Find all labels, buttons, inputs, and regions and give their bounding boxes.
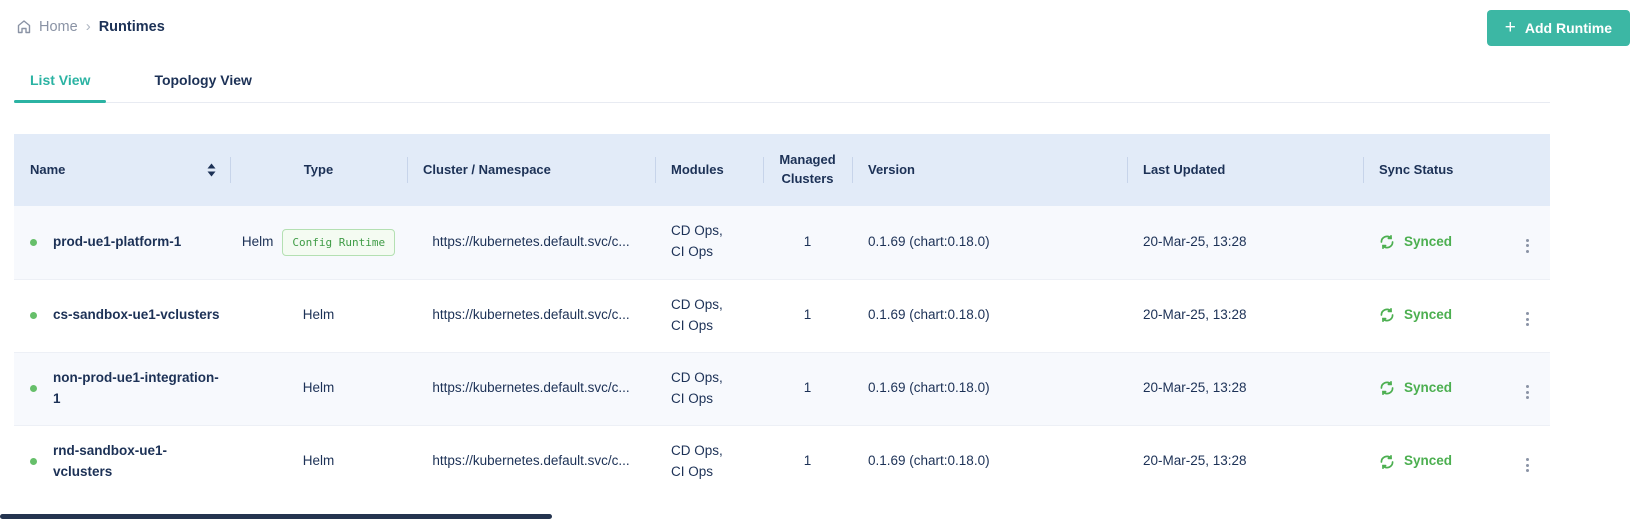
column-header-name[interactable]: Name	[14, 134, 230, 206]
sync-icon	[1379, 234, 1395, 250]
sync-status-label: Synced	[1404, 307, 1453, 323]
column-header-modules: Modules	[655, 134, 763, 206]
last-updated-label: 20-Mar-25, 13:28	[1127, 206, 1363, 279]
version-label: 0.1.69 (chart:0.18.0)	[852, 424, 1127, 498]
column-header-sync-status: Sync Status	[1363, 134, 1520, 206]
table-row: prod-ue1-platform-1 Helm Config Runtime …	[14, 206, 1550, 279]
top-bar: Home › Runtimes + Add Runtime	[0, 0, 1646, 56]
modules-list: CD Ops, CI Ops	[655, 424, 763, 498]
sync-status-label: Synced	[1404, 233, 1453, 249]
tab-list-view[interactable]: List View	[14, 60, 107, 103]
managed-clusters-count: 1	[763, 206, 852, 279]
view-tabs: List View Topology View	[14, 60, 1550, 103]
add-runtime-label: Add Runtime	[1524, 20, 1612, 36]
runtime-type-label: Helm	[230, 351, 407, 425]
runtime-type-label: Helm	[230, 278, 407, 352]
runtime-type-label: Helm	[241, 233, 274, 249]
breadcrumb: Home › Runtimes	[16, 10, 165, 35]
modules-list: CD Ops, CI Ops	[655, 278, 763, 352]
managed-clusters-count: 1	[763, 351, 852, 425]
managed-clusters-count: 1	[763, 278, 852, 352]
sync-icon	[1379, 307, 1395, 323]
table-header-row: Name Type Cluster / Namespace Modules Ma…	[14, 134, 1550, 206]
breadcrumb-home-label: Home	[39, 18, 78, 35]
plus-icon: +	[1504, 16, 1516, 38]
cluster-url: https://kubernetes.default.svc/c...	[407, 424, 655, 498]
version-label: 0.1.69 (chart:0.18.0)	[852, 351, 1127, 425]
page-title: Runtimes	[98, 18, 165, 35]
sync-status-label: Synced	[1404, 453, 1453, 469]
modules-list: CD Ops, CI Ops	[655, 206, 763, 279]
sync-status-label: Synced	[1404, 380, 1453, 396]
runtimes-table: Name Type Cluster / Namespace Modules Ma…	[14, 134, 1550, 498]
sync-icon	[1379, 380, 1395, 396]
horizontal-scrollbar-thumb[interactable]	[0, 514, 552, 519]
column-header-actions	[1520, 134, 1550, 206]
column-header-type: Type	[230, 134, 407, 206]
column-header-cluster: Cluster / Namespace	[407, 134, 655, 206]
cluster-url: https://kubernetes.default.svc/c...	[407, 351, 655, 425]
cluster-url: https://kubernetes.default.svc/c...	[407, 206, 655, 279]
column-header-managed-clusters: Managed Clusters	[763, 134, 852, 206]
sync-icon	[1379, 454, 1395, 470]
runtime-type-label: Helm	[230, 424, 407, 498]
home-icon	[16, 19, 32, 35]
column-header-version: Version	[852, 134, 1127, 206]
table-row: cs-sandbox-ue1-vclusters Helm https://ku…	[14, 278, 1550, 352]
runtime-name[interactable]: non-prod-ue1-integration-1	[53, 368, 222, 410]
table-row: non-prod-ue1-integration-1 Helm https://…	[14, 351, 1550, 425]
runtime-name[interactable]: prod-ue1-platform-1	[53, 232, 181, 253]
add-runtime-button[interactable]: + Add Runtime	[1486, 10, 1630, 46]
version-label: 0.1.69 (chart:0.18.0)	[852, 206, 1127, 279]
table-row: rnd-sandbox-ue1-vclusters Helm https://k…	[14, 424, 1550, 498]
managed-clusters-count: 1	[763, 424, 852, 498]
sort-icon[interactable]	[207, 163, 216, 177]
health-status-dot	[30, 238, 37, 246]
row-actions-kebab-icon[interactable]	[1520, 235, 1535, 257]
row-actions-kebab-icon[interactable]	[1520, 381, 1535, 403]
config-runtime-badge: Config Runtime	[282, 228, 396, 256]
last-updated-label: 20-Mar-25, 13:28	[1127, 424, 1363, 498]
version-label: 0.1.69 (chart:0.18.0)	[852, 278, 1127, 352]
health-status-dot	[30, 311, 37, 319]
modules-list: CD Ops, CI Ops	[655, 351, 763, 425]
column-header-last-updated: Last Updated	[1127, 134, 1363, 206]
tab-topology-view[interactable]: Topology View	[138, 60, 268, 102]
breadcrumb-separator: ›	[85, 18, 91, 35]
row-actions-kebab-icon[interactable]	[1520, 308, 1535, 330]
breadcrumb-home-link[interactable]: Home	[16, 19, 78, 35]
row-actions-kebab-icon[interactable]	[1520, 454, 1535, 476]
runtime-name[interactable]: rnd-sandbox-ue1-vclusters	[53, 441, 222, 483]
last-updated-label: 20-Mar-25, 13:28	[1127, 278, 1363, 352]
health-status-dot	[30, 385, 37, 392]
runtime-name[interactable]: cs-sandbox-ue1-vclusters	[53, 305, 220, 326]
health-status-dot	[30, 458, 37, 466]
cluster-url: https://kubernetes.default.svc/c...	[407, 278, 655, 352]
last-updated-label: 20-Mar-25, 13:28	[1127, 351, 1363, 425]
